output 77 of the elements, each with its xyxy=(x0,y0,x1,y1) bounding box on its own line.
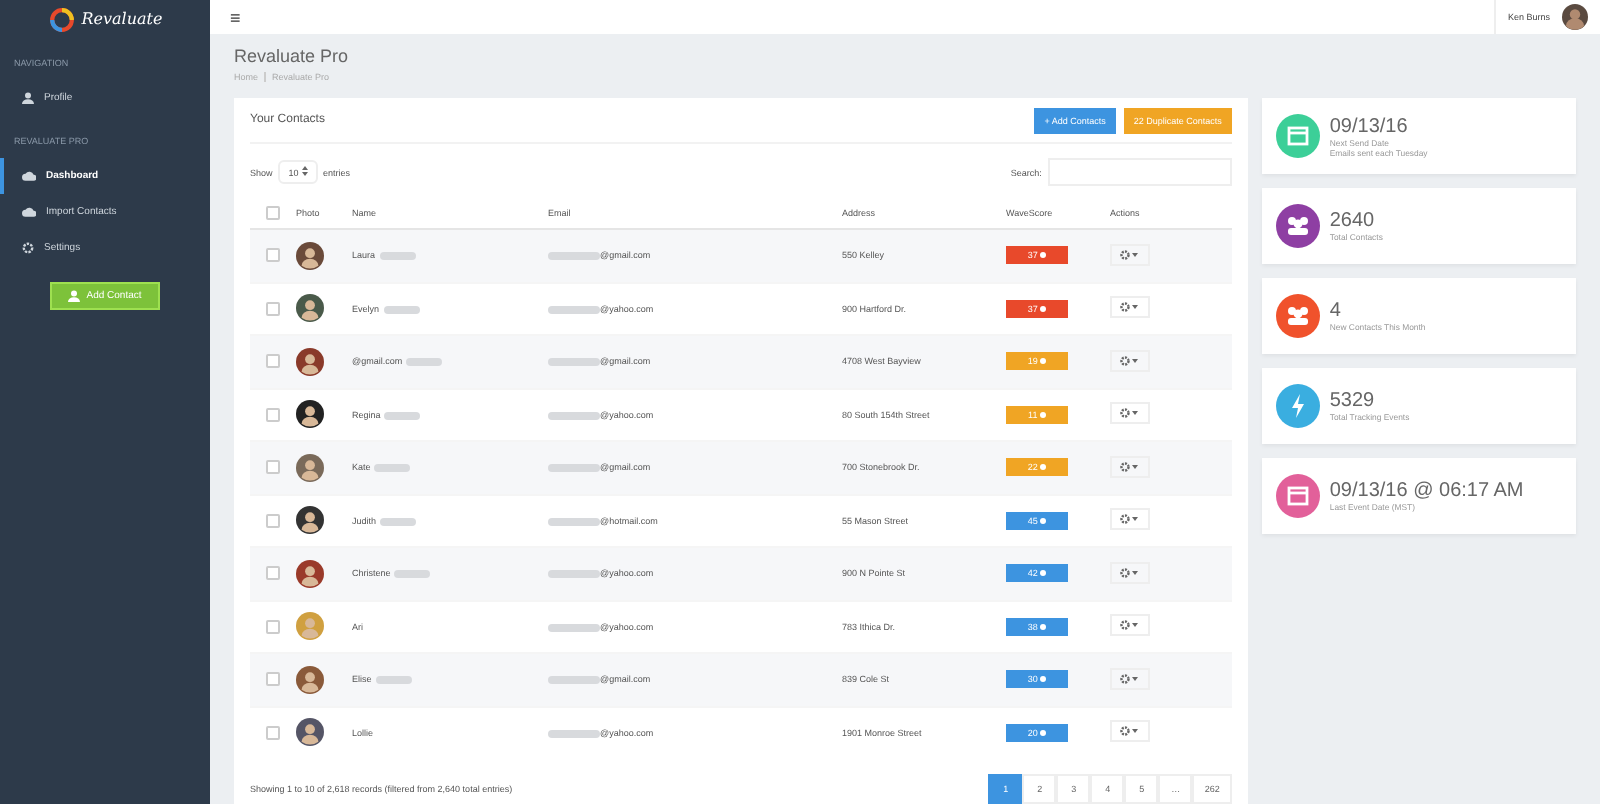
avatar-icon xyxy=(296,347,324,376)
checkbox[interactable] xyxy=(265,301,279,316)
dot-icon xyxy=(1040,305,1047,312)
avatar-icon xyxy=(296,241,324,270)
checkbox[interactable] xyxy=(265,460,279,475)
dot-icon xyxy=(1040,729,1047,736)
stat-value: 2640 xyxy=(1329,210,1377,232)
actions-button[interactable] xyxy=(1110,667,1150,690)
cloud-icon xyxy=(22,206,36,218)
stat-value: 09/13/16 @ 06:17 AM xyxy=(1329,480,1524,502)
redaction-mark xyxy=(548,729,600,738)
logo-text: Revaluate xyxy=(81,10,163,28)
sort-arrows-icon xyxy=(301,166,308,176)
page-title: Revaluate Pro xyxy=(234,46,351,66)
stat-value: 5329 xyxy=(1329,390,1377,412)
cloud-icon xyxy=(22,170,36,182)
stat-value: 4 xyxy=(1329,300,1343,322)
stat-value: 09/13/16 xyxy=(1329,115,1410,137)
checkbox[interactable] xyxy=(265,513,279,528)
checkbox[interactable] xyxy=(265,407,279,422)
actions-button[interactable] xyxy=(1110,614,1150,637)
actions-button[interactable] xyxy=(1110,296,1150,319)
checkbox[interactable] xyxy=(265,619,279,634)
checkbox[interactable] xyxy=(265,672,279,687)
dot-icon xyxy=(1040,517,1047,524)
actions-button[interactable] xyxy=(1110,349,1150,372)
avatar-icon[interactable] xyxy=(1562,4,1588,30)
gear-caret-icon xyxy=(1120,355,1140,366)
avatar-icon xyxy=(296,453,324,482)
dot-icon xyxy=(1040,252,1047,259)
avatar-icon xyxy=(296,506,324,535)
gear-caret-icon xyxy=(1120,461,1140,472)
checkbox[interactable] xyxy=(265,206,279,220)
dot-icon xyxy=(1040,464,1047,471)
avatar-icon xyxy=(296,559,324,588)
avatar-icon xyxy=(296,718,324,747)
gear-caret-icon xyxy=(1120,302,1140,313)
gear-caret-icon xyxy=(1120,514,1140,525)
dot-icon xyxy=(1040,570,1047,577)
gear-caret-icon xyxy=(1120,620,1140,631)
redaction-mark xyxy=(548,517,600,526)
settings-icon xyxy=(22,242,34,254)
user-icon xyxy=(22,92,34,104)
redaction-mark xyxy=(548,623,600,632)
dot-icon xyxy=(1040,623,1047,630)
actions-button[interactable] xyxy=(1110,508,1150,531)
dot-icon xyxy=(1040,676,1047,683)
actions-button[interactable] xyxy=(1110,720,1150,743)
actions-button[interactable] xyxy=(1110,561,1150,584)
redaction-mark xyxy=(548,464,600,473)
gear-caret-icon xyxy=(1120,726,1140,737)
actions-button[interactable] xyxy=(1110,402,1150,425)
dot-icon xyxy=(1040,358,1047,365)
avatar-icon xyxy=(296,400,324,429)
checkbox[interactable] xyxy=(265,566,279,581)
redaction-mark xyxy=(548,252,600,261)
avatar-icon xyxy=(296,612,324,641)
user-icon xyxy=(68,290,81,302)
redaction-mark xyxy=(548,305,600,314)
redaction-mark xyxy=(548,411,600,420)
redaction-mark xyxy=(548,358,600,367)
menu-button[interactable]: ≡ xyxy=(230,7,241,27)
redaction-mark xyxy=(548,676,600,685)
avatar-icon xyxy=(296,294,324,323)
checkbox[interactable] xyxy=(265,725,279,740)
redaction-mark xyxy=(548,570,600,579)
gear-caret-icon xyxy=(1120,567,1140,578)
gear-caret-icon xyxy=(1120,249,1140,260)
dot-icon xyxy=(1039,411,1046,418)
actions-button[interactable] xyxy=(1110,455,1150,478)
checkbox[interactable] xyxy=(265,248,279,263)
avatar-icon xyxy=(296,665,324,694)
gear-caret-icon xyxy=(1120,673,1140,684)
checkbox[interactable] xyxy=(265,354,279,369)
logo-icon xyxy=(47,5,76,33)
gear-caret-icon xyxy=(1120,408,1140,419)
actions-button[interactable] xyxy=(1110,243,1150,266)
